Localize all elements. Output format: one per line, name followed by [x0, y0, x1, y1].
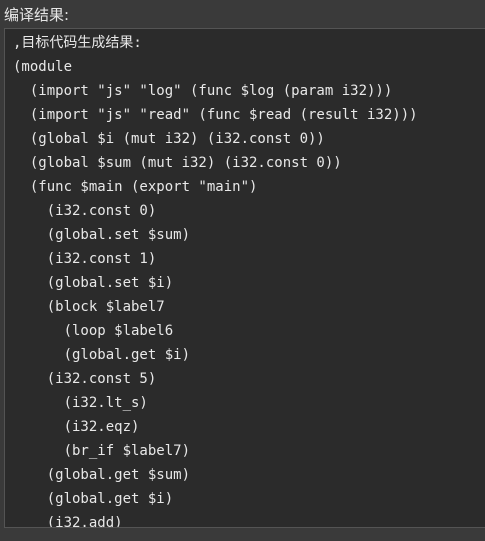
compile-results-panel: 编译结果: ,目标代码生成结果: (module (import "js" "l… — [0, 0, 485, 541]
code-line: (i32.const 1) — [13, 251, 157, 267]
code-line: (global.get $sum) — [13, 467, 191, 483]
code-line: (i32.lt_s) — [13, 395, 148, 411]
code-line: (global.set $i) — [13, 275, 174, 291]
code-line: (global $i (mut i32) (i32.const 0)) — [13, 131, 325, 147]
code-line: (global $sum (mut i32) (i32.const 0)) — [13, 155, 342, 171]
code-line: (loop $label6 — [13, 323, 174, 339]
code-line: (i32.const 5) — [13, 371, 157, 387]
code-line: (global.set $sum) — [13, 227, 191, 243]
code-line: (global.get $i) — [13, 491, 174, 507]
code-line: (module — [13, 59, 73, 75]
code-line: (func $main (export "main") — [13, 179, 258, 195]
code-line: ,目标代码生成结果: — [13, 35, 142, 51]
code-line: (i32.eqz) — [13, 419, 140, 435]
code-line: (i32.const 0) — [13, 203, 157, 219]
code-line: (i32.add) — [13, 515, 123, 528]
code-line: (block $label7 — [13, 299, 165, 315]
code-listing: ,目标代码生成结果: (module (import "js" "log" (f… — [13, 31, 418, 528]
code-line: (import "js" "log" (func $log (param i32… — [13, 83, 393, 99]
code-line: (br_if $label7) — [13, 443, 191, 459]
code-line: (global.get $i) — [13, 347, 191, 363]
code-line: (import "js" "read" (func $read (result … — [13, 107, 418, 123]
compile-output-textarea[interactable]: ,目标代码生成结果: (module (import "js" "log" (f… — [4, 28, 485, 528]
panel-title: 编译结果: — [4, 6, 70, 24]
